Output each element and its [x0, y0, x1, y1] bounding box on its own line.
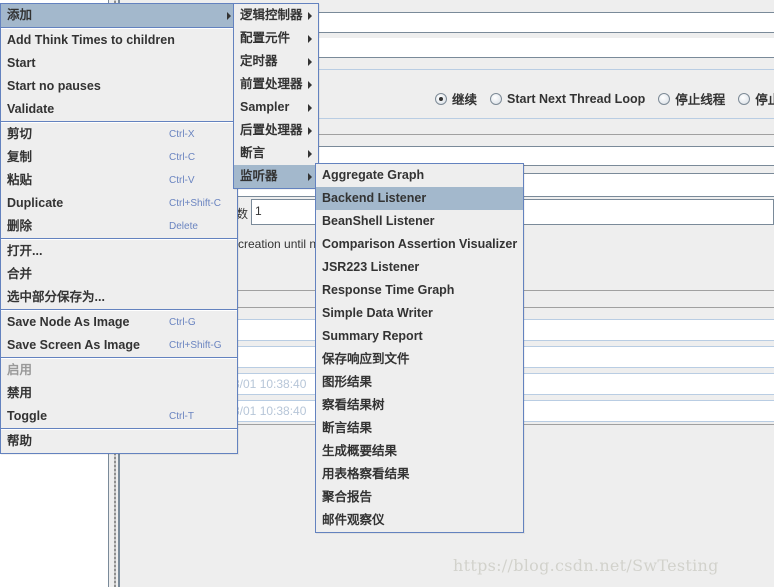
menu-item-assertion[interactable]: 断言	[234, 142, 318, 165]
menu-item-assertion-results[interactable]: 断言结果	[316, 417, 523, 440]
menu-item-add-think-times[interactable]: Add Think Times to children	[1, 29, 237, 52]
menu-item-copy[interactable]: 复制 Ctrl-C	[1, 146, 237, 169]
shortcut-label: Ctrl+Shift-C	[169, 198, 221, 209]
menu-item-view-results-tree[interactable]: 察看结果树	[316, 394, 523, 417]
shortcut-label: Ctrl-G	[169, 317, 196, 328]
menu-item-start[interactable]: Start	[1, 52, 237, 75]
submenu-arrow-icon	[308, 35, 312, 43]
menu-item-aggregate-graph[interactable]: Aggregate Graph	[316, 164, 523, 187]
menu-item-view-results-in-table[interactable]: 用表格察看结果	[316, 463, 523, 486]
radio-unchecked-icon	[490, 92, 503, 105]
menu-item-disable[interactable]: 禁用	[1, 382, 237, 405]
radio-checked-icon	[435, 92, 447, 105]
menu-item-backend-listener[interactable]: Backend Listener	[316, 187, 523, 210]
menu-item-listener[interactable]: 监听器	[234, 165, 318, 188]
menu-item-cut[interactable]: 剪切 Ctrl-X	[1, 123, 237, 146]
radio-stop-thread[interactable]: 停止线程	[658, 89, 725, 108]
shortcut-label: Delete	[169, 221, 198, 232]
menu-item-logic-controller[interactable]: 逻辑控制器	[234, 4, 318, 27]
shortcut-label: Ctrl-C	[169, 152, 196, 163]
add-submenu: 逻辑控制器 配置元件 定时器 前置处理器 Sampler 后置处理器 断言 监听…	[233, 3, 319, 189]
menu-item-aggregate-report[interactable]: 聚合报告	[316, 486, 523, 509]
menu-item-paste[interactable]: 粘贴 Ctrl-V	[1, 169, 237, 192]
menu-item-config-element[interactable]: 配置元件	[234, 27, 318, 50]
menu-item-save-selection-as[interactable]: 选中部分保存为...	[1, 286, 237, 309]
submenu-arrow-icon	[308, 173, 312, 181]
submenu-arrow-icon	[308, 127, 312, 135]
menu-item-save-responses-to-file[interactable]: 保存响应到文件	[316, 348, 523, 371]
menu-item-start-no-pauses[interactable]: Start no pauses	[1, 75, 237, 98]
menu-item-duplicate[interactable]: Duplicate Ctrl+Shift-C	[1, 192, 237, 215]
menu-item-simple-data-writer[interactable]: Simple Data Writer	[316, 302, 523, 325]
start-time-value: 3/01 10:38:40	[233, 377, 307, 391]
menu-item-save-node-as-image[interactable]: Save Node As Image Ctrl-G	[1, 311, 237, 334]
menu-item-sampler[interactable]: Sampler	[234, 96, 318, 119]
menu-item-generate-summary-results[interactable]: 生成概要结果	[316, 440, 523, 463]
submenu-arrow-icon	[308, 150, 312, 158]
shortcut-label: Ctrl-X	[169, 129, 195, 140]
menu-item-merge[interactable]: 合并	[1, 263, 237, 286]
radio-start-next-thread-loop[interactable]: Start Next Thread Loop	[490, 92, 645, 106]
menu-item-jsr223-listener[interactable]: JSR223 Listener	[316, 256, 523, 279]
radio-unchecked-icon	[738, 92, 751, 105]
radio-unchecked-icon	[658, 92, 671, 105]
shortcut-label: Ctrl+Shift-G	[169, 340, 222, 351]
submenu-arrow-icon	[308, 58, 312, 66]
submenu-arrow-icon	[308, 12, 312, 20]
menu-item-post-processor[interactable]: 后置处理器	[234, 119, 318, 142]
shortcut-label: Ctrl-V	[169, 175, 195, 186]
menu-item-timer[interactable]: 定时器	[234, 50, 318, 73]
menu-item-graph-results[interactable]: 图形结果	[316, 371, 523, 394]
menu-item-beanshell-listener[interactable]: BeanShell Listener	[316, 210, 523, 233]
menu-item-delete[interactable]: 删除 Delete	[1, 215, 237, 238]
shortcut-label: Ctrl-T	[169, 411, 194, 422]
submenu-arrow-icon	[308, 81, 312, 89]
context-menu: 添加 Add Think Times to children Start Sta…	[0, 3, 238, 454]
menu-item-save-screen-as-image[interactable]: Save Screen As Image Ctrl+Shift-G	[1, 334, 237, 357]
menu-item-add[interactable]: 添加	[1, 4, 237, 27]
submenu-arrow-icon	[227, 12, 231, 20]
delay-thread-creation-label: creation until n	[238, 237, 317, 251]
menu-item-validate[interactable]: Validate	[1, 98, 237, 121]
listener-submenu: Aggregate Graph Backend Listener BeanShe…	[315, 163, 524, 533]
sampler-error-action-radios: 继续 Start Next Thread Loop 停止线程 停止	[435, 89, 774, 108]
radio-stop-test[interactable]: 停止	[738, 89, 774, 108]
menu-item-response-time-graph[interactable]: Response Time Graph	[316, 279, 523, 302]
menu-item-help[interactable]: 帮助	[1, 430, 237, 453]
menu-item-comparison-assertion-visualizer[interactable]: Comparison Assertion Visualizer	[316, 233, 523, 256]
watermark-text: https://blog.csdn.net/SwTesting	[453, 556, 719, 575]
menu-item-open[interactable]: 打开...	[1, 240, 237, 263]
end-time-value: 3/01 10:38:40	[233, 404, 307, 418]
radio-continue[interactable]: 继续	[435, 89, 477, 108]
menu-item-enable: 启用	[7, 363, 33, 377]
menu-item-toggle[interactable]: Toggle Ctrl-T	[1, 405, 237, 428]
submenu-arrow-icon	[308, 104, 312, 112]
menu-item-mailer-visualizer[interactable]: 邮件观察仪	[316, 509, 523, 532]
menu-item-summary-report[interactable]: Summary Report	[316, 325, 523, 348]
menu-item-pre-processor[interactable]: 前置处理器	[234, 73, 318, 96]
